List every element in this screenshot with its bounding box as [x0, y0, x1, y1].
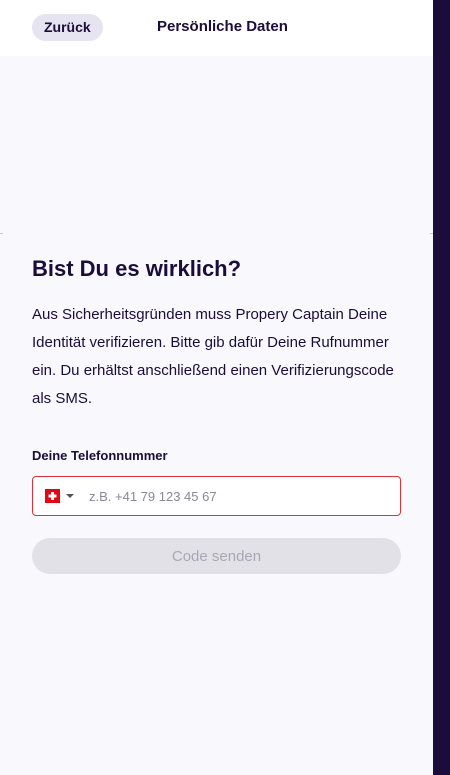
swiss-flag-icon [45, 489, 60, 503]
verification-heading: Bist Du es wirklich? [32, 256, 242, 281]
top-bar: Zurück Persönliche Daten [0, 0, 433, 56]
verification-description: Aus Sicherheitsgründen muss Propery Capt… [32, 306, 394, 407]
phone-field [32, 476, 401, 516]
send-code-button[interactable]: Code senden [32, 538, 401, 574]
side-panel-edge [433, 0, 450, 775]
app-screen: Zurück Persönliche Daten Bist Du es wirk… [0, 0, 433, 775]
chevron-down-icon [66, 494, 74, 498]
back-button[interactable]: Zurück [32, 14, 103, 41]
phone-input[interactable] [89, 477, 389, 515]
page-title: Persönliche Daten [157, 18, 288, 35]
country-code-select[interactable] [45, 488, 74, 504]
phone-label: Deine Telefonnummer [32, 448, 168, 463]
left-edge-marker [0, 233, 3, 234]
